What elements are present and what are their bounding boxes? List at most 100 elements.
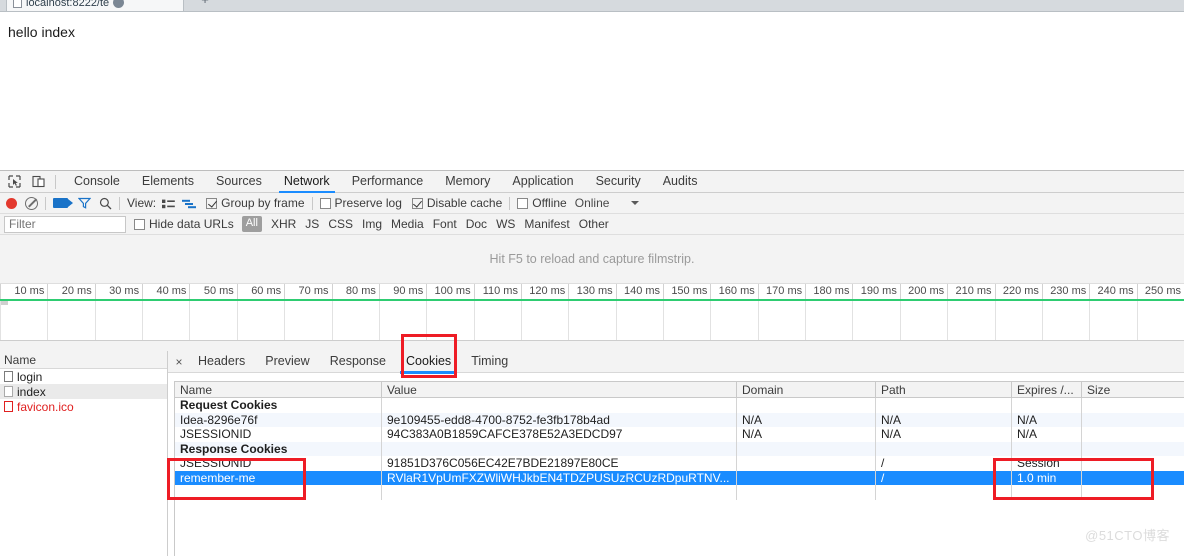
- table-row[interactable]: Response Cookies: [175, 441, 1184, 456]
- capture-screenshots-icon[interactable]: [53, 198, 73, 208]
- timeline-tick-label: 80 ms: [345, 285, 376, 297]
- column-header-name[interactable]: Name: [175, 382, 382, 397]
- overview-gridline: [757, 301, 805, 340]
- page-body-text: hello index: [8, 24, 75, 40]
- type-filter-media[interactable]: Media: [391, 217, 424, 231]
- preserve-log-control[interactable]: Preserve log: [319, 196, 402, 210]
- cell-path: N/A: [876, 427, 1012, 442]
- table-row[interactable]: JSESSIONID 91851D376C056EC42E7BDE21897E8…: [175, 456, 1184, 471]
- type-filter-all[interactable]: All: [241, 216, 262, 232]
- type-filter-css[interactable]: CSS: [328, 217, 353, 231]
- overview-gridline: [473, 301, 521, 340]
- detail-tab-response[interactable]: Response: [320, 351, 396, 373]
- record-icon[interactable]: [6, 197, 17, 209]
- type-filter-doc[interactable]: Doc: [466, 217, 487, 231]
- timeline-tick: 30 ms: [94, 284, 142, 299]
- table-row[interactable]: [175, 485, 1184, 500]
- disable-cache-checkbox[interactable]: [411, 197, 423, 209]
- request-list: Name login index favicon.ico: [0, 351, 168, 556]
- group-by-frame-checkbox[interactable]: [206, 197, 218, 209]
- throttling-value[interactable]: Online: [575, 196, 610, 210]
- tab-security[interactable]: Security: [585, 171, 652, 192]
- cookie-table-header: Name Value Domain Path Expires /... Size: [175, 382, 1184, 398]
- overview-gridline: [236, 301, 284, 340]
- table-row[interactable]: Idea-8296e76f 9e109455-edd8-4700-8752-fe…: [175, 412, 1184, 427]
- column-header-path[interactable]: Path: [876, 382, 1012, 397]
- offline-checkbox[interactable]: [517, 197, 529, 209]
- request-name: login: [17, 369, 43, 384]
- tab-application[interactable]: Application: [501, 171, 584, 192]
- request-row-login[interactable]: login: [0, 369, 167, 384]
- timeline-tick: 60 ms: [236, 284, 284, 299]
- type-filter-manifest[interactable]: Manifest: [524, 217, 569, 231]
- type-filter-ws[interactable]: WS: [496, 217, 515, 231]
- view-waterfall-icon[interactable]: [182, 198, 197, 209]
- detail-tab-preview[interactable]: Preview: [255, 351, 319, 373]
- tab-network[interactable]: Network: [273, 171, 341, 193]
- timeline-tick-label: 70 ms: [298, 285, 329, 297]
- cell-name: Idea-8296e76f: [175, 412, 382, 427]
- tab-sources[interactable]: Sources: [205, 171, 273, 192]
- tab-performance[interactable]: Performance: [341, 171, 435, 192]
- timeline-tick-label: 100 ms: [434, 285, 471, 297]
- view-list-icon[interactable]: [162, 198, 175, 209]
- filter-input[interactable]: [4, 215, 126, 233]
- table-row[interactable]: Request Cookies: [175, 398, 1184, 413]
- type-filter-font[interactable]: Font: [433, 217, 457, 231]
- cell-domain: N/A: [737, 412, 876, 427]
- browser-tab[interactable]: localhost:8222/te: [6, 0, 184, 11]
- column-header-size[interactable]: Size: [1082, 382, 1184, 397]
- chevron-down-icon[interactable]: [631, 201, 640, 205]
- request-list-header: Name: [0, 351, 167, 369]
- detail-tab-timing[interactable]: Timing: [461, 351, 518, 373]
- search-icon[interactable]: [99, 197, 112, 210]
- timeline-tick: 240 ms: [1089, 284, 1136, 299]
- column-header-value[interactable]: Value: [382, 382, 737, 397]
- tab-elements[interactable]: Elements: [131, 171, 205, 192]
- new-tab-button[interactable]: +: [192, 0, 218, 10]
- inspect-element-icon[interactable]: [5, 173, 24, 191]
- disable-cache-control[interactable]: Disable cache: [411, 196, 502, 210]
- cell-expires: N/A: [1012, 427, 1082, 442]
- tab-memory[interactable]: Memory: [434, 171, 501, 192]
- type-filter-js[interactable]: JS: [305, 217, 319, 231]
- close-icon[interactable]: [113, 0, 125, 8]
- view-label: View:: [127, 196, 157, 210]
- toggle-device-toolbar-icon[interactable]: [29, 173, 48, 191]
- detail-tab-headers[interactable]: Headers: [188, 351, 255, 373]
- table-row[interactable]: JSESSIONID 94C383A0B1859CAFCE378E52A3EDC…: [175, 427, 1184, 442]
- request-name: favicon.ico: [17, 399, 74, 414]
- offline-control[interactable]: Offline: [517, 196, 567, 210]
- type-filter-xhr[interactable]: XHR: [271, 217, 296, 231]
- cell-domain: N/A: [737, 427, 876, 442]
- document-icon: [4, 401, 13, 412]
- cell-name: remember-me: [175, 470, 382, 485]
- request-row-index[interactable]: index: [0, 384, 167, 399]
- table-row-selected[interactable]: remember-me RVlaR1VpUmFXZWliWHJkbEN4TDZP…: [175, 470, 1184, 485]
- type-filter-img[interactable]: Img: [362, 217, 382, 231]
- request-row-favicon[interactable]: favicon.ico: [0, 399, 167, 414]
- cookie-table: Name Value Domain Path Expires /... Size…: [174, 381, 1184, 556]
- group-by-frame-control[interactable]: Group by frame: [206, 196, 305, 210]
- timeline-tick-label: 160 ms: [718, 285, 755, 297]
- close-detail-icon[interactable]: ×: [170, 355, 188, 369]
- timeline-tick-label: 230 ms: [1050, 285, 1087, 297]
- hide-data-urls-control[interactable]: Hide data URLs: [134, 217, 234, 231]
- timeline-overview[interactable]: [0, 301, 1184, 341]
- clear-icon[interactable]: [25, 196, 38, 210]
- column-header-expires[interactable]: Expires /...: [1012, 382, 1082, 397]
- toolbar-divider: [45, 196, 46, 210]
- preserve-log-checkbox[interactable]: [319, 197, 331, 209]
- tab-console[interactable]: Console: [63, 171, 131, 192]
- page-favicon-icon: [13, 0, 22, 8]
- detail-tab-cookies[interactable]: Cookies: [396, 351, 461, 374]
- hide-data-urls-checkbox[interactable]: [134, 218, 145, 230]
- tab-audits[interactable]: Audits: [652, 171, 709, 192]
- timeline-tick: 210 ms: [947, 284, 994, 299]
- filter-funnel-icon[interactable]: [77, 197, 92, 209]
- column-header-domain[interactable]: Domain: [737, 382, 876, 397]
- cell-domain: [737, 470, 876, 485]
- type-filter-other[interactable]: Other: [579, 217, 609, 231]
- cell-value: 91851D376C056EC42E7BDE21897E80CE: [382, 456, 737, 471]
- cell-name: JSESSIONID: [175, 427, 382, 442]
